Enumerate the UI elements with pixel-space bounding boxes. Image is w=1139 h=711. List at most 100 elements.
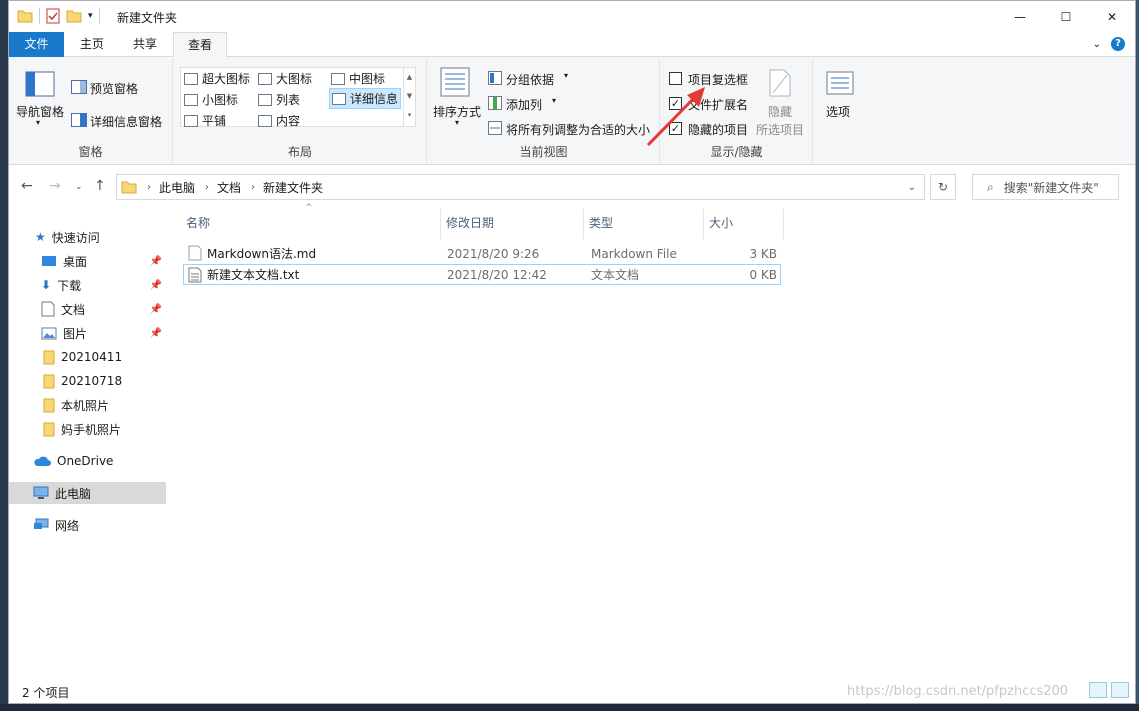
help-icon[interactable]: ? [1111,37,1125,51]
breadcrumb-documents[interactable]: 文档 [217,179,241,196]
address-bar[interactable]: › 此电脑 › 文档 › 新建文件夹 ⌄ [116,174,925,200]
layout-gallery: 超大图标 大图标 中图标 小图标 列表 详细信息 平铺 内容 ▲ ▼ ▾ [180,67,416,129]
details-pane-button[interactable]: 详细信息窗格 [90,113,162,130]
toolbar-divider [39,8,40,24]
file-size: 0 KB [749,267,777,282]
search-input[interactable]: ⌕ 搜索"新建文件夹" [972,174,1119,200]
nav-network[interactable]: 网络 [9,514,166,536]
nav-item-folder-mom-phone-photos[interactable]: 妈手机照片 [9,418,166,440]
group-by-button[interactable]: 分组依据 [506,71,554,88]
chevron-down-icon[interactable]: ▾ [36,118,40,127]
back-button[interactable]: ← [21,178,33,194]
layout-item-label: 平铺 [202,114,227,128]
forward-button[interactable]: → [49,178,61,194]
file-row[interactable]: Markdown语法.md 2021/8/20 9:26 Markdown Fi… [183,243,781,264]
pin-icon[interactable]: 📌 [150,256,162,267]
annotation-arrow-icon [646,87,705,147]
pin-icon[interactable]: 📌 [150,328,162,339]
nav-item-folder-20210718[interactable]: 20210718 [9,370,166,392]
hide-selected-icon [769,69,791,97]
layout-content[interactable]: 内容 [258,112,300,129]
nav-this-pc[interactable]: 此电脑 [9,482,166,504]
column-header-size[interactable]: 大小 [704,209,784,239]
breadcrumb-separator-icon[interactable]: › [251,182,255,193]
sort-by-icon[interactable] [440,67,470,97]
layout-item-label: 小图标 [202,93,239,107]
properties-icon[interactable] [46,8,60,24]
preview-pane-button[interactable]: 预览窗格 [90,80,138,97]
column-header-modified[interactable]: 修改日期 [441,209,584,239]
breadcrumb-separator-icon[interactable]: › [205,182,209,193]
customize-qat-icon[interactable]: ▾ [88,11,93,21]
breadcrumb-new-folder[interactable]: 新建文件夹 [263,179,323,196]
pin-icon[interactable]: 📌 [150,304,162,315]
maximize-button[interactable]: ☐ [1043,1,1089,32]
new-folder-icon[interactable] [66,9,82,23]
nav-quick-access[interactable]: ★ 快速访问 [9,226,166,248]
chevron-down-icon[interactable]: ▾ [455,118,459,127]
layout-item-label: 超大图标 [202,72,251,86]
group-by-icon [488,71,502,85]
download-icon: ⬇ [41,278,52,292]
pin-icon[interactable]: 📌 [150,280,162,291]
details-view-button[interactable] [1089,682,1107,698]
medium-icons-icon [331,72,345,85]
layout-item-label: 详细信息 [350,92,399,106]
nav-item-desktop[interactable]: 桌面 📌 [9,250,166,272]
layout-group: 超大图标 大图标 中图标 小图标 列表 详细信息 平铺 内容 ▲ ▼ ▾ 布局 [174,59,427,163]
file-row[interactable]: 新建文本文档.txt 2021/8/20 12:42 文本文档 0 KB [183,264,781,285]
column-header-type[interactable]: 类型 [584,209,704,239]
tab-view[interactable]: 查看 [173,32,228,58]
layout-item-label: 大图标 [276,72,313,86]
up-button[interactable]: ↑ [94,178,106,194]
large-icons-view-button[interactable] [1111,682,1129,698]
breadcrumb-separator-icon[interactable]: › [147,182,151,193]
refresh-button[interactable]: ↻ [930,174,956,200]
hide-selected-button-line1[interactable]: 隐藏 [768,103,792,120]
tab-file[interactable]: 文件 [9,32,64,57]
column-header-name[interactable]: 名称 [181,209,441,239]
layout-tiles[interactable]: 平铺 [184,112,226,129]
layout-large-icons[interactable]: 大图标 [258,70,312,87]
options-group: 选项 [814,59,864,163]
chevron-down-icon[interactable]: ▾ [552,96,556,105]
layout-small-icons[interactable]: 小图标 [184,91,238,108]
chevron-down-icon[interactable]: ▾ [564,71,568,80]
file-name: Markdown语法.md [207,247,317,261]
navigation-pane-icon[interactable] [25,71,55,97]
hide-selected-button-line2[interactable]: 所选项目 [756,121,804,138]
nav-onedrive[interactable]: OneDrive [9,450,166,472]
nav-item-folder-20210411[interactable]: 20210411 [9,346,166,368]
add-columns-button[interactable]: 添加列 [506,96,542,113]
window-title: 新建文件夹 [117,11,178,25]
fit-columns-button[interactable]: 将所有列调整为合适的大小 [506,121,650,138]
nav-item-label: OneDrive [57,454,114,468]
minimize-button[interactable]: — [997,1,1043,32]
title-bar: ▾ 新建文件夹 — ☐ ✕ [9,1,1135,32]
gallery-scroll[interactable]: ▲ ▼ ▾ [403,68,415,126]
file-modified: 2021/8/20 12:42 [447,267,547,282]
layout-list[interactable]: 列表 [258,91,300,108]
panes-group: 导航窗格 ▾ 预览窗格 详细信息窗格 窗格 [9,59,173,163]
recent-locations-button[interactable]: ⌄ [75,182,83,192]
nav-item-pictures[interactable]: 图片 📌 [9,322,166,344]
tab-home[interactable]: 主页 [66,32,118,57]
expand-ribbon-icon[interactable]: ⌄ [1093,39,1101,50]
options-button[interactable]: 选项 [826,103,850,120]
options-icon[interactable] [826,71,854,95]
close-button[interactable]: ✕ [1089,1,1135,32]
nav-item-documents[interactable]: 文档 📌 [9,298,166,320]
pictures-icon [41,327,57,339]
layout-extra-large-icons[interactable]: 超大图标 [184,70,250,87]
list-icon [258,93,272,106]
tab-share[interactable]: 共享 [119,32,171,57]
nav-item-downloads[interactable]: ⬇ 下载 📌 [9,274,166,296]
current-view-group: 排序方式 ▾ 分组依据 ▾ 添加列 ▾ 将所有列调整为合适的大小 当前视图 [428,59,660,163]
layout-medium-icons[interactable]: 中图标 [331,70,385,87]
nav-item-folder-local-photos[interactable]: 本机照片 [9,394,166,416]
breadcrumb-this-pc[interactable]: 此电脑 [159,179,195,196]
content-icon [258,114,272,127]
layout-details[interactable]: 详细信息 [329,88,402,109]
folder-icon [43,374,55,388]
address-dropdown-icon[interactable]: ⌄ [908,182,916,193]
